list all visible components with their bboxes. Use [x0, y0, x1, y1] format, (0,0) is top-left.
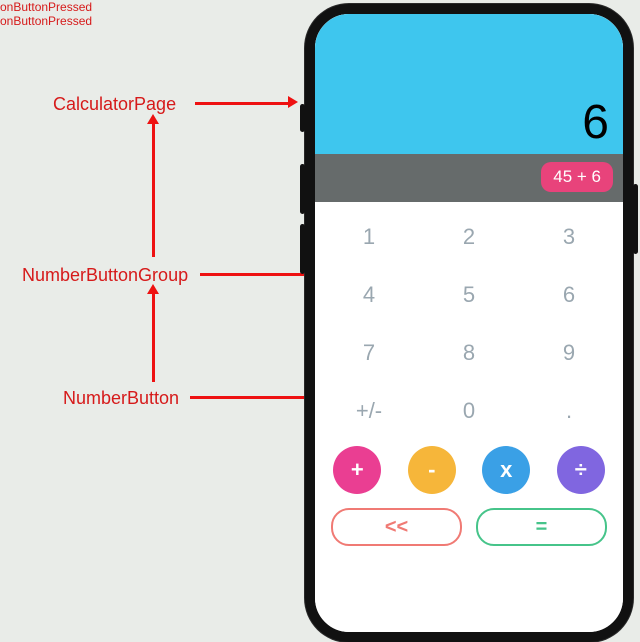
arrow-callback-1 [152, 122, 155, 257]
phone-side-button [300, 164, 305, 214]
phone-side-button [633, 184, 638, 254]
equals-button[interactable]: = [476, 508, 607, 546]
arrowhead-callback-2 [147, 284, 159, 294]
key-7[interactable]: 7 [319, 324, 419, 382]
key-3[interactable]: 3 [519, 208, 619, 266]
key-9[interactable]: 9 [519, 324, 619, 382]
op-divide[interactable]: ÷ [557, 446, 605, 494]
key-6[interactable]: 6 [519, 266, 619, 324]
display-value: 6 [582, 95, 609, 150]
key-1[interactable]: 1 [319, 208, 419, 266]
number-button-group: 1 2 3 4 5 6 7 8 9 +/- 0 . [315, 202, 623, 440]
key-dot[interactable]: . [519, 382, 619, 440]
bottom-row: << = [315, 498, 623, 546]
expression-bar: 45 + 6 [315, 154, 623, 202]
label-calculator-page: CalculatorPage [53, 94, 176, 115]
key-4[interactable]: 4 [319, 266, 419, 324]
diagram-stage: CalculatorPage NumberButtonGroup NumberB… [0, 0, 640, 635]
phone-side-button [300, 224, 305, 274]
key-2[interactable]: 2 [419, 208, 519, 266]
key-8[interactable]: 8 [419, 324, 519, 382]
arrowhead-callback-1 [147, 114, 159, 124]
arrow-callback-2 [152, 292, 155, 382]
key-5[interactable]: 5 [419, 266, 519, 324]
label-number-button-group: NumberButtonGroup [22, 265, 188, 286]
operator-row: + - x ÷ [315, 440, 623, 498]
phone-side-button [300, 104, 305, 132]
phone-screen: 9:21 6 45 + 6 1 2 3 4 [315, 14, 623, 632]
backspace-button[interactable]: << [331, 508, 462, 546]
phone-frame: 9:21 6 45 + 6 1 2 3 4 [305, 4, 633, 642]
expression-pill: 45 + 6 [541, 162, 613, 192]
label-number-button: NumberButton [63, 388, 179, 409]
op-multiply[interactable]: x [482, 446, 530, 494]
key-sign[interactable]: +/- [319, 382, 419, 440]
op-subtract[interactable]: - [408, 446, 456, 494]
op-add[interactable]: + [333, 446, 381, 494]
arrowhead-to-calculator-page [288, 96, 298, 108]
calculator-display: 6 [315, 14, 623, 154]
key-0[interactable]: 0 [419, 382, 519, 440]
arrow-to-calculator-page [195, 102, 290, 105]
